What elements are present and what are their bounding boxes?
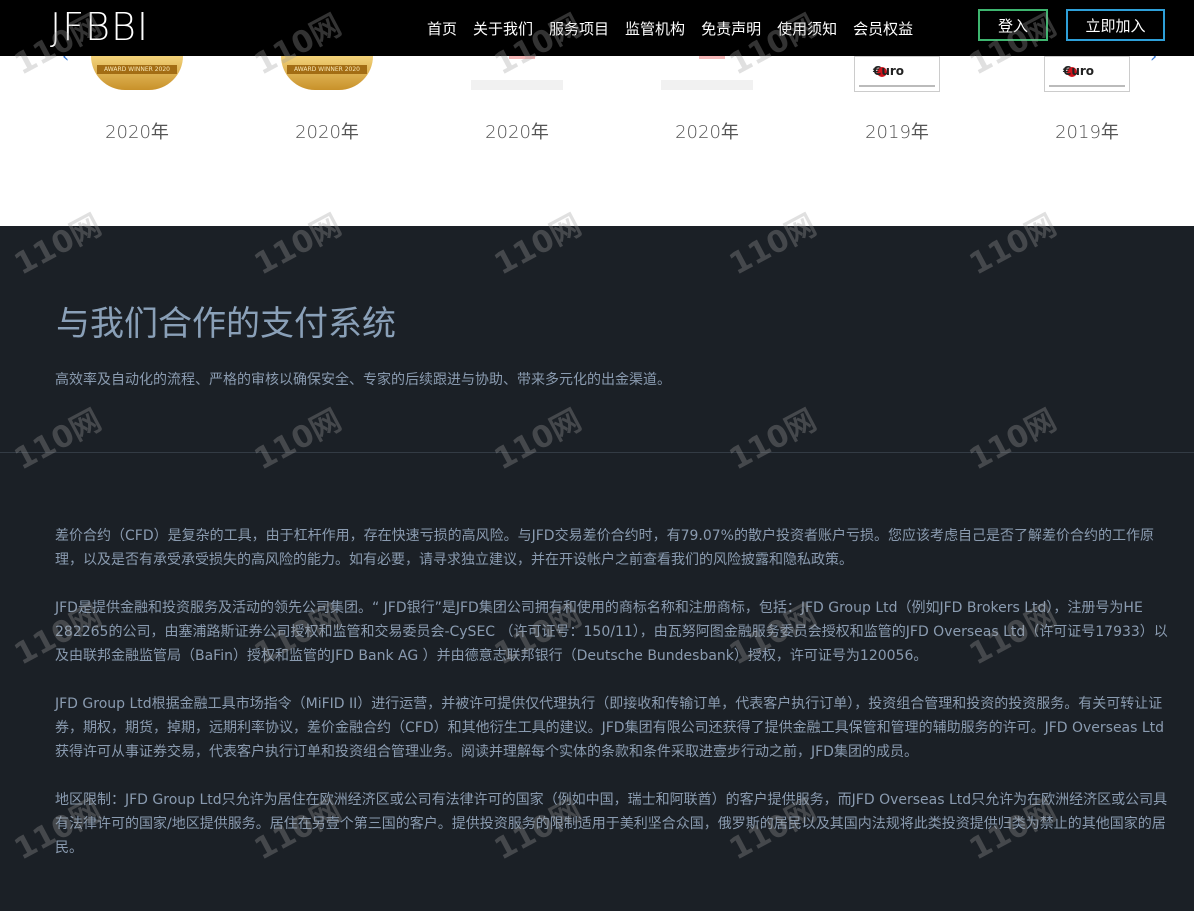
section-title: 与我们合作的支付系统 [56, 304, 396, 344]
award-medal-image: AWARD WINNER 2020 [91, 56, 183, 92]
award-year: 2020年 [105, 122, 169, 143]
disclaimer-paragraph: 差价合约（CFD）是复杂的工具，由于杠杆作用，存在快速亏损的高风险。与JFD交易… [55, 528, 1154, 568]
award-year: 2019年 [865, 122, 929, 143]
awards-carousel: ‹ › AWARD WINNER 2020 2020年 AWARD WINNER… [0, 46, 1194, 226]
award-item: €uro 2019年 [1007, 56, 1167, 143]
award-year: 2020年 [295, 122, 359, 143]
nav-member-benefits[interactable]: 会员权益 [853, 18, 913, 39]
euro-magazine-image: €uro [851, 56, 943, 92]
award-year: 2019年 [1055, 122, 1119, 143]
disclaimer-paragraph: JFD Group Ltd根据金融工具市场指令（MiFID II）进行运营，并被… [55, 696, 1165, 760]
award-year: 2020年 [485, 122, 549, 143]
award-item: €uro 2019年 [817, 56, 977, 143]
join-button[interactable]: 立即加入 [1066, 9, 1165, 41]
award-year: 2020年 [675, 122, 739, 143]
nav-home[interactable]: 首页 [427, 18, 457, 39]
euro-magazine-image: €uro [1041, 56, 1133, 92]
nav-regulators[interactable]: 监管机构 [625, 18, 685, 39]
award-item: AWARD WINNER 2020 2020年 [57, 56, 217, 143]
section-subtitle: 高效率及自动化的流程、严格的审核以确保安全、专家的后续跟进与协助、带来多元化的出… [55, 372, 671, 388]
